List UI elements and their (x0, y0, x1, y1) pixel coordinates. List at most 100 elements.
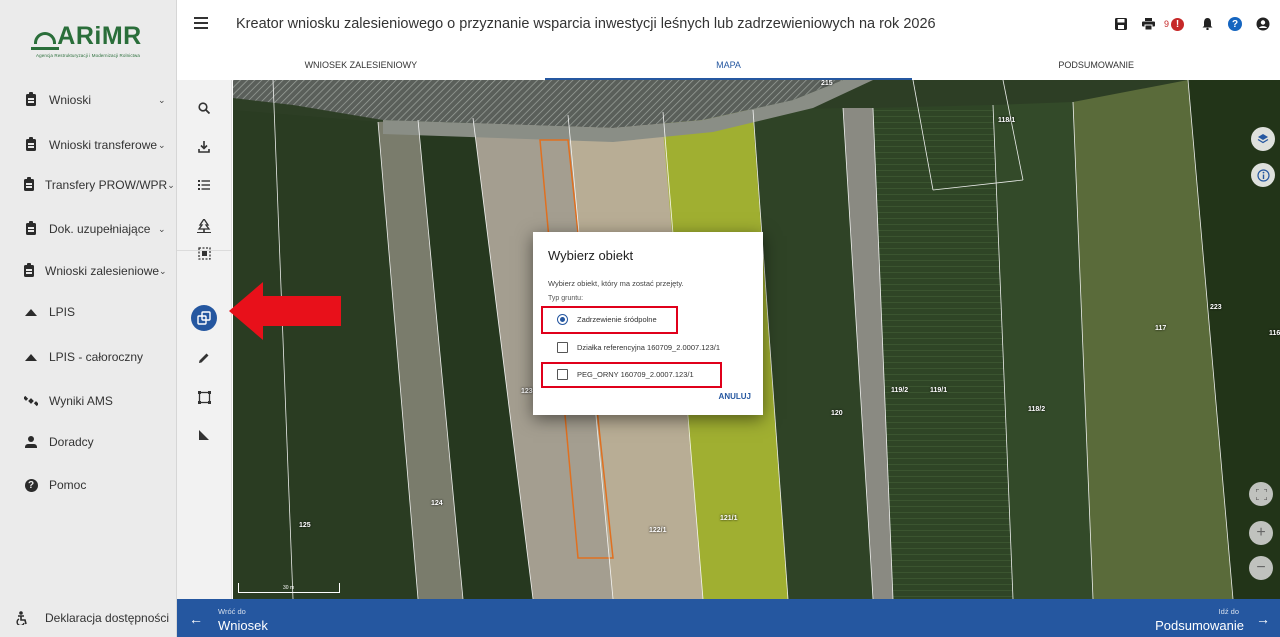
parcel-label: 117 (1155, 325, 1167, 332)
copy-object-icon[interactable] (191, 305, 217, 331)
help-icon[interactable]: ? (1226, 15, 1244, 33)
parcel-label: 125 (299, 522, 311, 529)
bottom-navigation-bar: ← Wróć do Wniosek Idź do Podsumowanie → (177, 599, 1280, 637)
back-big-label: Wniosek (218, 618, 268, 633)
zoom-in-icon[interactable]: + (1249, 521, 1273, 545)
cancel-button[interactable]: ANULUJ (719, 392, 751, 401)
layers-icon[interactable] (1251, 127, 1275, 151)
tab-wniosek-zalesieniowy[interactable]: WNIOSEK ZALESIENIOWY (177, 50, 545, 80)
parcel-label: 121/1 (720, 515, 738, 522)
chevron-down-icon: ⌄ (158, 139, 166, 150)
top-header: Kreator wniosku zalesieniowego o przyzna… (177, 0, 1280, 50)
satellite-icon (24, 394, 38, 408)
logo-wordmark: ARiMR (31, 22, 142, 51)
rectangle-select-icon[interactable] (192, 385, 216, 409)
option-peg-orny[interactable]: PEG_ORNY 160709_2.0007.123/1 (557, 369, 694, 380)
parcel-label: 118/1 (998, 117, 1016, 124)
accessibility-declaration-label: Deklaracja dostępności (45, 611, 170, 625)
red-pointer-arrow-icon (229, 282, 341, 340)
sidebar-item-label: Doradcy (49, 435, 94, 449)
pencil-icon[interactable] (192, 346, 216, 370)
radio-selected-icon[interactable] (557, 314, 568, 325)
mountain-icon (24, 305, 38, 319)
back-to-wniosek-button[interactable]: ← Wróć do Wniosek (177, 599, 377, 637)
fullscreen-icon[interactable] (1249, 482, 1273, 506)
parcel-label: 223 (1210, 304, 1222, 311)
save-icon[interactable] (1112, 15, 1130, 33)
sidebar-item-lpis[interactable]: LPIS (0, 291, 177, 333)
forest-icon[interactable] (192, 214, 216, 238)
tab-podsumowanie[interactable]: PODSUMOWANIE (912, 50, 1280, 80)
sidebar-item-doradcy[interactable]: Doradcy (0, 421, 177, 463)
option-zadrzewienie-srodpolne[interactable]: Zadrzewienie śródpolne (557, 314, 657, 325)
logo-arc-icon (31, 31, 60, 50)
sidebar-item-transfery[interactable]: Transfery PROW/WPR ⌄ (0, 164, 177, 206)
help-icon: ? (24, 478, 38, 492)
parcel-label: 124 (431, 500, 443, 507)
hamburger-menu-icon[interactable] (194, 17, 208, 31)
parcel-label: 116 (1269, 330, 1280, 337)
sidebar-item-label: LPIS (49, 305, 76, 319)
go-to-podsumowanie-button[interactable]: Idź do Podsumowanie → (1080, 599, 1280, 637)
zoom-out-icon[interactable]: − (1249, 556, 1273, 580)
forward-big-label: Podsumowanie (1155, 618, 1244, 633)
select-object-dialog: Wybierz obiekt Wybierz obiekt, który ma … (533, 232, 763, 415)
list-icon[interactable] (192, 173, 216, 197)
sidebar-item-wnioski-zalesieniowe[interactable]: Wnioski zalesieniowe ⌄ (0, 250, 177, 292)
bell-icon[interactable] (1198, 15, 1216, 33)
sidebar-item-label: Pomoc (49, 478, 87, 492)
accessibility-declaration-link[interactable]: Deklaracja dostępności (0, 599, 177, 637)
checkbox-icon[interactable] (557, 369, 568, 380)
checkbox-icon[interactable] (557, 342, 568, 353)
parcel-label: 118/2 (1028, 406, 1046, 413)
sidebar-item-pomoc[interactable]: ? Pomoc (0, 464, 177, 506)
clipboard-icon (24, 137, 38, 152)
person-icon (24, 435, 38, 449)
page-title: Kreator wniosku zalesieniowego o przyzna… (236, 16, 936, 32)
account-icon[interactable] (1254, 15, 1272, 33)
download-icon[interactable] (192, 135, 216, 159)
sidebar-item-wyniki-ams[interactable]: Wyniki AMS (0, 380, 177, 422)
measure-angle-icon[interactable] (192, 423, 216, 447)
sidebar-item-label: Dok. uzupełniające (49, 222, 151, 236)
chevron-down-icon: ⌄ (159, 265, 167, 276)
dialog-description: Wybierz obiekt, który ma zostać przejęty… (548, 279, 684, 288)
sidebar-item-label: Transfery PROW/WPR (45, 178, 168, 192)
arrow-left-icon: ← (189, 611, 203, 627)
info-icon[interactable] (1251, 163, 1275, 187)
parcel-label: 119/1 (930, 387, 948, 394)
sidebar-item-label: LPIS - całoroczny (49, 350, 144, 364)
sidebar-item-label: Wnioski transferowe (49, 138, 158, 152)
forward-small-label: Idź do (1218, 607, 1239, 616)
notification-count: 9 (1163, 19, 1169, 29)
sidebar-item-lpis-caloroczny[interactable]: LPIS - całoroczny (0, 336, 177, 378)
chevron-down-icon: ⌄ (167, 179, 175, 190)
mountain-icon (24, 350, 38, 364)
map-toolbar (177, 80, 232, 599)
arimr-logo[interactable]: ARiMR Agencja Restrukturyzacji i Moderni… (0, 0, 176, 80)
soil-type-label: Typ gruntu: (548, 295, 584, 302)
sidebar-item-label: Wnioski (49, 93, 92, 107)
clipboard-icon (24, 177, 34, 192)
sidebar-item-wnioski-transferowe[interactable]: Wnioski transferowe ⌄ (0, 124, 177, 166)
alert-icon[interactable]: ! (1171, 17, 1184, 31)
parcel-label: 123 (521, 388, 533, 395)
clipboard-icon (24, 221, 38, 236)
parcel-label: 215 (821, 80, 833, 87)
logo-name: ARiMR (57, 22, 142, 50)
search-icon[interactable] (192, 96, 216, 120)
option-label: Zadrzewienie śródpolne (577, 315, 657, 324)
option-label: PEG_ORNY 160709_2.0007.123/1 (577, 370, 694, 379)
tab-bar: WNIOSEK ZALESIENIOWY MAPA PODSUMOWANIE (177, 50, 1280, 80)
select-area-icon[interactable] (192, 241, 216, 265)
sidebar-item-label: Wyniki AMS (49, 394, 113, 408)
sidebar-item-wnioski[interactable]: Wnioski ⌄ (0, 79, 177, 121)
sidebar-item-label: Wnioski zalesieniowe (45, 264, 160, 278)
map-scale-label: 30 m (283, 585, 295, 591)
option-dzialka-referencyjna[interactable]: Działka referencyjna 160709_2.0007.123/1 (557, 342, 720, 353)
parcel-label: 120 (831, 410, 843, 417)
arrow-right-icon: → (1256, 611, 1270, 627)
tab-mapa[interactable]: MAPA (544, 50, 913, 80)
sidebar-item-dok-uzupelniajace[interactable]: Dok. uzupełniające ⌄ (0, 208, 177, 250)
print-icon[interactable] (1140, 15, 1158, 33)
